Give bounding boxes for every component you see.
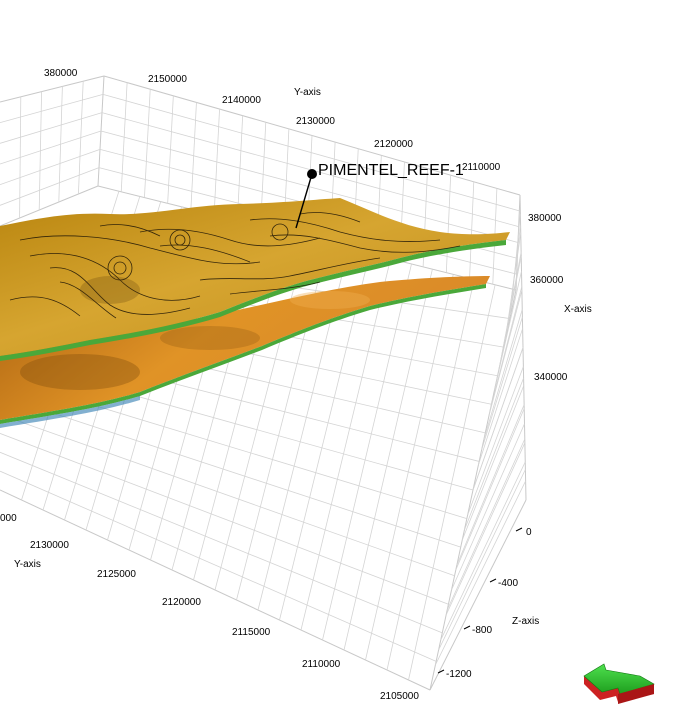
top-y-tick-5: 2110000: [462, 162, 501, 173]
grid-line: [481, 316, 523, 451]
top-left-x-tick: 380000: [44, 68, 78, 79]
bottom-y-tick-6: 2105000: [380, 691, 419, 702]
bottom-y-tick-1: 2130000: [30, 540, 69, 551]
grid-line: [102, 93, 520, 212]
bottom-y-tick-5: 2110000: [302, 659, 341, 670]
grid-line: [451, 423, 525, 591]
top-y-tick-3: 2130000: [296, 116, 335, 127]
scene-canvas[interactable]: PIMENTEL_REEF-1 380000 2150000 2140000 2…: [0, 0, 673, 720]
z-tick-1: 0: [526, 527, 532, 538]
well-head-icon[interactable]: [307, 169, 317, 179]
z-tick-3: -800: [472, 625, 492, 636]
z-tick-2: -400: [498, 578, 518, 589]
x-tick-2: 360000: [530, 275, 564, 286]
bottom-y-tick-2: 2125000: [97, 569, 136, 580]
grid-line: [408, 284, 496, 681]
grid-line: [365, 274, 454, 661]
z-axis-title: Z-axis: [512, 616, 539, 627]
grid-line: [0, 167, 100, 206]
top-y-axis-title: Y-axis: [294, 87, 321, 98]
grid-line: [494, 271, 522, 391]
orientation-arrow-icon[interactable]: [583, 663, 655, 704]
grid-line: [0, 433, 449, 605]
bottom-y-axis-title: Y-axis: [14, 559, 41, 570]
top-y-tick-2: 2140000: [222, 95, 261, 106]
grid-line: [386, 279, 475, 671]
top-y-tick-4: 2120000: [374, 139, 413, 150]
grid-line: [0, 130, 102, 165]
grid-line: [0, 148, 101, 186]
grid-line: [0, 395, 461, 548]
bottom-y-tick-4: 2115000: [232, 627, 271, 638]
left-edge-partial-tick: 000: [0, 513, 17, 524]
bottom-y-tick-3: 2120000: [162, 597, 201, 608]
grid-line: [472, 347, 524, 491]
x-tick-3: 340000: [534, 372, 568, 383]
x-tick-1: 380000: [528, 213, 562, 224]
3d-viewport[interactable]: PIMENTEL_REEF-1 380000 2150000 2140000 2…: [0, 0, 673, 720]
grid-line: [445, 442, 526, 616]
grid-line: [0, 414, 455, 577]
grid-line: [0, 470, 437, 662]
grid-line: [0, 112, 103, 144]
well-label: PIMENTEL_REEF-1: [318, 162, 464, 179]
grid-line: [455, 408, 525, 571]
z-tick-4: -1200: [446, 669, 472, 680]
x-axis-title: X-axis: [564, 304, 592, 315]
top-y-tick-1: 2150000: [148, 74, 187, 85]
